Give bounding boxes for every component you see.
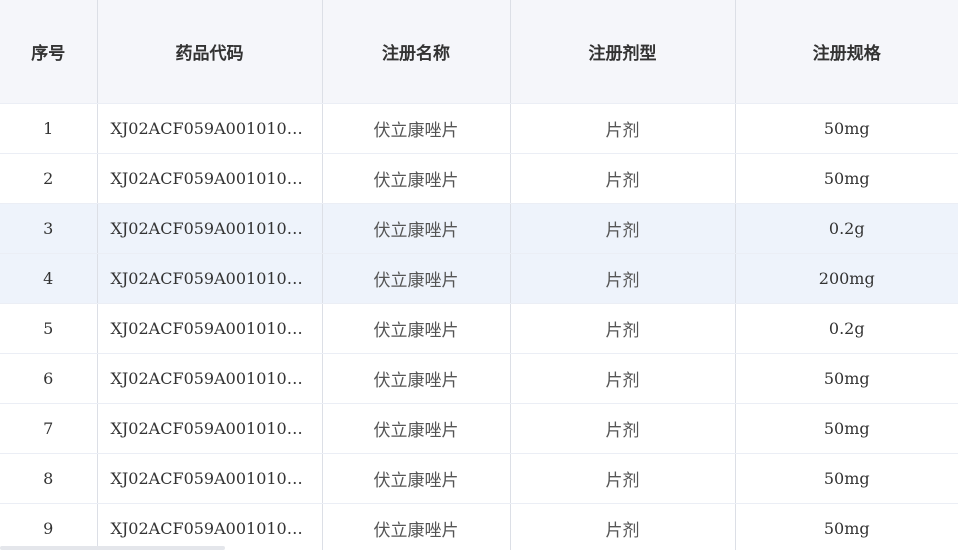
cell-code: XJ02ACF059A00101010…: [97, 453, 323, 504]
cell-index: 8: [0, 453, 98, 504]
table-row[interactable]: 1 XJ02ACF059A00101010… 伏立康唑片 片剂 50mg: [0, 103, 958, 154]
cell-name: 伏立康唑片: [322, 203, 511, 254]
cell-form: 片剂: [510, 453, 736, 504]
table-row[interactable]: 6 XJ02ACF059A00101010… 伏立康唑片 片剂 50mg: [0, 353, 958, 404]
header-row: 序号 药品代码 注册名称 注册剂型 注册规格: [0, 0, 958, 104]
cell-index: 3: [0, 203, 98, 254]
cell-code: XJ02ACF059A00101010…: [97, 503, 323, 550]
table-row[interactable]: 5 XJ02ACF059A00101010… 伏立康唑片 片剂 0.2g: [0, 303, 958, 354]
cell-name: 伏立康唑片: [322, 403, 511, 454]
cell-spec: 200mg: [735, 253, 958, 304]
cell-spec: 50mg: [735, 453, 958, 504]
cell-form: 片剂: [510, 403, 736, 454]
table-row[interactable]: 4 XJ02ACF059A00101010… 伏立康唑片 片剂 200mg: [0, 253, 958, 304]
cell-form: 片剂: [510, 103, 736, 154]
cell-index: 2: [0, 153, 98, 204]
table-row[interactable]: 8 XJ02ACF059A00101010… 伏立康唑片 片剂 50mg: [0, 453, 958, 504]
cell-code: XJ02ACF059A00101010…: [97, 203, 323, 254]
cell-code: XJ02ACF059A00101010…: [97, 403, 323, 454]
cell-name: 伏立康唑片: [322, 303, 511, 354]
cell-index: 1: [0, 103, 98, 154]
column-header-spec: 注册规格: [735, 0, 958, 104]
table-row[interactable]: 2 XJ02ACF059A00101010… 伏立康唑片 片剂 50mg: [0, 153, 958, 204]
cell-index: 5: [0, 303, 98, 354]
cell-spec: 50mg: [735, 153, 958, 204]
column-header-code: 药品代码: [97, 0, 323, 104]
column-header-name: 注册名称: [322, 0, 511, 104]
cell-name: 伏立康唑片: [322, 253, 511, 304]
table-row[interactable]: 7 XJ02ACF059A00101010… 伏立康唑片 片剂 50mg: [0, 403, 958, 454]
table-row[interactable]: 9 XJ02ACF059A00101010… 伏立康唑片 片剂 50mg: [0, 503, 958, 550]
column-header-index: 序号: [0, 0, 98, 104]
cell-form: 片剂: [510, 203, 736, 254]
cell-index: 7: [0, 403, 98, 454]
cell-form: 片剂: [510, 253, 736, 304]
cell-form: 片剂: [510, 303, 736, 354]
cell-name: 伏立康唑片: [322, 353, 511, 404]
cell-code: XJ02ACF059A00101010…: [97, 103, 323, 154]
column-header-form: 注册剂型: [510, 0, 736, 104]
table-header: 序号 药品代码 注册名称 注册剂型 注册规格: [0, 0, 958, 104]
cell-code: XJ02ACF059A00101010…: [97, 253, 323, 304]
cell-spec: 50mg: [735, 103, 958, 154]
cell-index: 9: [0, 503, 98, 550]
cell-spec: 50mg: [735, 403, 958, 454]
cell-spec: 0.2g: [735, 203, 958, 254]
cell-spec: 50mg: [735, 503, 958, 550]
cell-name: 伏立康唑片: [322, 453, 511, 504]
drug-table-container: 序号 药品代码 注册名称 注册剂型 注册规格 1 XJ02ACF059A0010…: [0, 0, 958, 550]
cell-name: 伏立康唑片: [322, 503, 511, 550]
cell-index: 6: [0, 353, 98, 404]
cell-form: 片剂: [510, 503, 736, 550]
cell-name: 伏立康唑片: [322, 103, 511, 154]
cell-code: XJ02ACF059A00101010…: [97, 353, 323, 404]
cell-code: XJ02ACF059A00101010…: [97, 153, 323, 204]
cell-index: 4: [0, 253, 98, 304]
cell-spec: 50mg: [735, 353, 958, 404]
cell-form: 片剂: [510, 353, 736, 404]
horizontal-scrollbar[interactable]: [0, 546, 225, 550]
cell-form: 片剂: [510, 153, 736, 204]
cell-name: 伏立康唑片: [322, 153, 511, 204]
cell-spec: 0.2g: [735, 303, 958, 354]
cell-code: XJ02ACF059A00101010…: [97, 303, 323, 354]
table-row[interactable]: 3 XJ02ACF059A00101010… 伏立康唑片 片剂 0.2g: [0, 203, 958, 254]
drug-registration-table: 序号 药品代码 注册名称 注册剂型 注册规格 1 XJ02ACF059A0010…: [0, 0, 958, 550]
table-body: 1 XJ02ACF059A00101010… 伏立康唑片 片剂 50mg 2 X…: [0, 103, 958, 550]
